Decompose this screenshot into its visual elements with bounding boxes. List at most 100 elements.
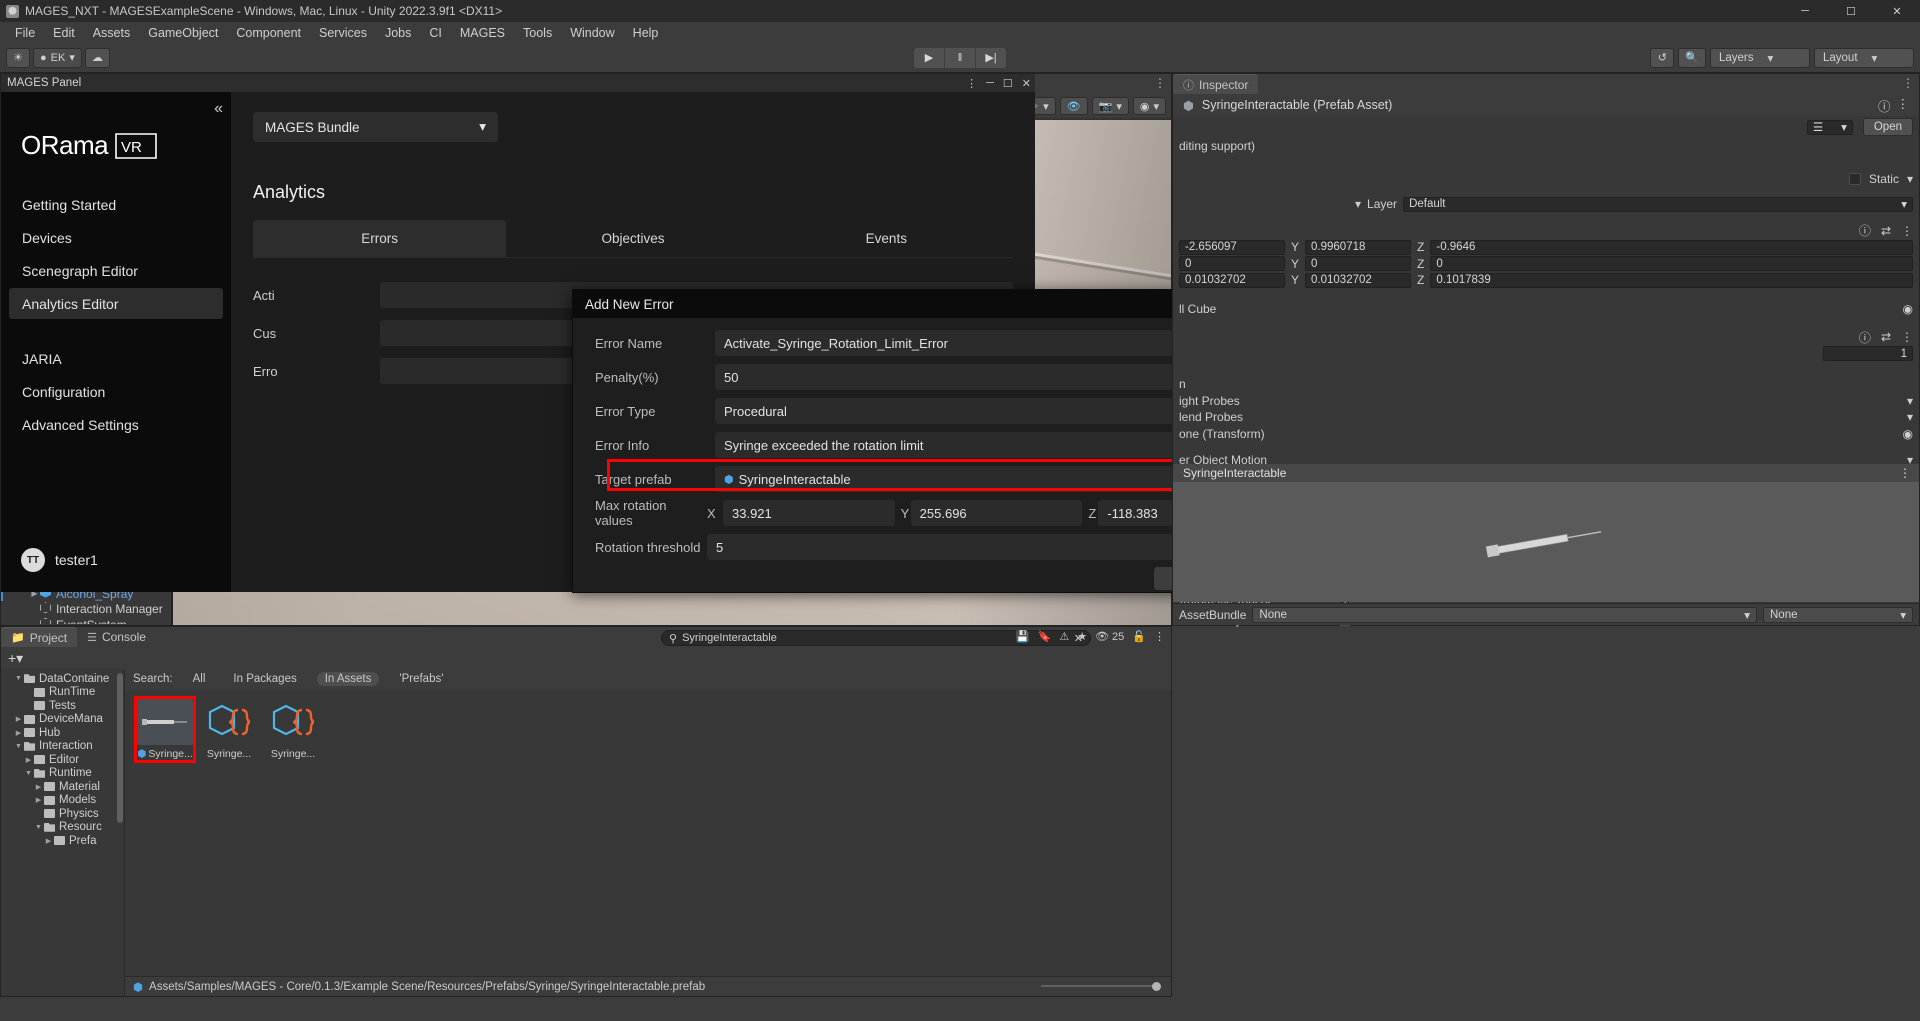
menu-item-file[interactable]: File xyxy=(6,24,44,42)
expand-arrow-icon[interactable]: ▶ xyxy=(33,796,44,804)
scale-x-input[interactable]: 0.01032702 xyxy=(1179,273,1285,288)
kebab-icon[interactable]: ⋮ xyxy=(1901,330,1913,344)
expand-arrow-icon[interactable]: ▼ xyxy=(13,675,24,682)
rotation-x-input[interactable]: 0 xyxy=(1179,256,1285,271)
mages-minimize-icon[interactable]: ─ xyxy=(986,77,994,90)
pause-button[interactable]: ‖ xyxy=(945,48,975,68)
project-folder-item[interactable]: ▶Material xyxy=(1,780,124,794)
project-folder-item[interactable]: ▼Resourc xyxy=(1,821,124,835)
preview-body[interactable] xyxy=(1173,482,1919,602)
mages-nav-devices[interactable]: Devices xyxy=(9,222,223,253)
label-icon[interactable]: 🔖 xyxy=(1038,630,1052,643)
expand-arrow-icon[interactable]: ▶ xyxy=(13,729,24,737)
filter-all-button[interactable]: All xyxy=(185,672,214,686)
tab-project[interactable]: 📁 Project xyxy=(1,627,77,647)
asset-grid[interactable]: ⬢Syringe...Syringe...Syringe... xyxy=(125,689,1171,770)
open-prefab-button[interactable]: Open xyxy=(1863,118,1913,136)
hierarchy-item[interactable]: Interaction Manager xyxy=(1,601,171,617)
analytics-tab-events[interactable]: Events xyxy=(760,220,1013,257)
kebab-icon[interactable]: ⋮ xyxy=(1901,224,1913,238)
position-x-input[interactable]: -2.656097 xyxy=(1179,240,1285,255)
mages-maximize-icon[interactable]: ☐ xyxy=(1003,77,1013,90)
menu-item-mages[interactable]: MAGES xyxy=(451,24,514,42)
expand-arrow-icon[interactable]: ▶ xyxy=(23,756,34,764)
project-folder-item[interactable]: ▶Prefa xyxy=(1,834,124,848)
filter-prefabs-button[interactable]: 'Prefabs' xyxy=(391,672,451,686)
cloud-button[interactable]: ☁ xyxy=(85,48,110,68)
lock-icon[interactable]: 🔓 xyxy=(1132,630,1146,643)
menu-item-ci[interactable]: CI xyxy=(420,24,451,42)
close-button[interactable]: ✕ xyxy=(1874,0,1920,22)
layers-dropdown[interactable]: Layers ▾ xyxy=(1710,48,1810,68)
static-checkbox[interactable] xyxy=(1849,173,1861,185)
chevron-down-icon[interactable]: ▾ xyxy=(1907,172,1913,186)
project-folder-item[interactable]: ▶Models xyxy=(1,794,124,808)
mages-nav-getting-started[interactable]: Getting Started xyxy=(9,189,223,220)
expand-arrow-icon[interactable]: ▶ xyxy=(13,715,24,723)
mages-nav-jaria[interactable]: JARIA xyxy=(9,343,223,374)
tab-inspector[interactable]: ⓘ Inspector xyxy=(1173,74,1258,94)
mages-kebab-icon[interactable]: ⋮ xyxy=(966,77,977,90)
project-tree-scrollbar[interactable] xyxy=(117,673,123,823)
max-rotation-y-input[interactable]: 255.696 xyxy=(911,500,1083,526)
project-folder-item[interactable]: ▶Hub xyxy=(1,726,124,740)
assetbundle-dropdown[interactable]: None ▾ xyxy=(1252,607,1757,623)
project-folder-item[interactable]: ▼DataContaine xyxy=(1,672,124,686)
help-icon[interactable]: ⓘ xyxy=(1878,96,1891,115)
account-button[interactable]: ● EK ▾ xyxy=(33,48,82,68)
expand-arrow-icon[interactable]: ▶ xyxy=(33,783,44,791)
circle-icon[interactable]: ◉ xyxy=(1903,427,1913,441)
preset-icon[interactable]: ⇄ xyxy=(1881,224,1891,238)
tab-console[interactable]: ☰ Console xyxy=(77,627,156,647)
project-folder-tree[interactable]: ▼DataContaineRunTimeTests▶DeviceMana▶Hub… xyxy=(1,669,125,996)
asset-zoom-slider[interactable] xyxy=(1041,980,1161,992)
materials-size-input[interactable]: 1 xyxy=(1823,346,1913,361)
hidden-count[interactable]: 👁 25 xyxy=(1095,630,1124,643)
scene-visibility-button[interactable]: 👁 xyxy=(1060,97,1088,115)
project-folder-item[interactable]: ▶Editor xyxy=(1,753,124,767)
layout-dropdown[interactable]: Layout ▾ xyxy=(1814,48,1914,68)
expand-arrow-icon[interactable]: ▼ xyxy=(13,743,24,750)
analytics-tabbar[interactable]: ErrorsObjectivesEvents xyxy=(253,220,1013,258)
inspector-kebab-icon[interactable]: ⋮ xyxy=(1902,76,1915,90)
mages-user-block[interactable]: TT tester1 xyxy=(21,548,98,572)
sidebar-collapse-icon[interactable]: « xyxy=(214,100,223,118)
mages-nav-advanced-settings[interactable]: Advanced Settings xyxy=(9,409,223,440)
project-folder-item[interactable]: RunTime xyxy=(1,686,124,700)
asset-item[interactable]: Syringe... xyxy=(201,699,257,760)
preview-kebab-icon[interactable]: ⋮ xyxy=(1899,466,1911,480)
chevron-down-icon[interactable]: ▾ xyxy=(1355,197,1361,211)
scene-kebab-icon[interactable]: ⋮ xyxy=(1154,76,1167,90)
rotation-y-input[interactable]: 0 xyxy=(1305,256,1411,271)
project-folder-item[interactable]: Tests xyxy=(1,699,124,713)
menu-item-assets[interactable]: Assets xyxy=(84,24,140,42)
mages-nav-analytics-editor[interactable]: Analytics Editor xyxy=(9,288,223,319)
gizmos-dropdown[interactable]: ◉ ▾ xyxy=(1133,97,1166,115)
project-folder-item[interactable]: ▶DeviceMana xyxy=(1,713,124,727)
asset-item[interactable]: Syringe... xyxy=(265,699,321,760)
expand-arrow-icon[interactable]: ▼ xyxy=(33,824,44,831)
menu-item-services[interactable]: Services xyxy=(310,24,376,42)
asset-item[interactable]: ⬢Syringe... xyxy=(137,699,193,760)
chevron-down-icon[interactable]: ▾ xyxy=(1907,410,1913,424)
mages-nav-list[interactable]: Getting StartedDevicesScenegraph EditorA… xyxy=(1,189,231,440)
global-search-button[interactable]: 🔍 xyxy=(1678,48,1706,68)
prefab-overrides-dropdown[interactable]: ☰▾ xyxy=(1807,120,1853,135)
mages-bundle-dropdown[interactable]: MAGES Bundle ▾ xyxy=(253,112,498,142)
inspector-kebab-icon[interactable]: ⋮ xyxy=(1897,96,1910,115)
project-kebab-icon[interactable]: ⋮ xyxy=(1154,630,1165,643)
favorite-icon[interactable]: ★ xyxy=(1077,630,1087,643)
cloud-connect-button[interactable]: ☀ xyxy=(6,48,30,68)
maximize-button[interactable]: ☐ xyxy=(1828,0,1874,22)
scale-y-input[interactable]: 0.01032702 xyxy=(1305,273,1411,288)
max-rotation-x-input[interactable]: 33.921 xyxy=(723,500,895,526)
analytics-tab-errors[interactable]: Errors xyxy=(253,220,506,257)
expand-arrow-icon[interactable]: ▶ xyxy=(43,837,54,845)
preset-icon[interactable]: ⇄ xyxy=(1881,330,1891,344)
minimize-button[interactable]: ─ xyxy=(1782,0,1828,22)
step-button[interactable]: ▶| xyxy=(976,48,1006,68)
layer-dropdown[interactable]: Default ▾ xyxy=(1403,197,1913,212)
menu-item-gameobject[interactable]: GameObject xyxy=(139,24,227,42)
mages-nav-scenegraph-editor[interactable]: Scenegraph Editor xyxy=(9,255,223,286)
menu-item-help[interactable]: Help xyxy=(624,24,668,42)
